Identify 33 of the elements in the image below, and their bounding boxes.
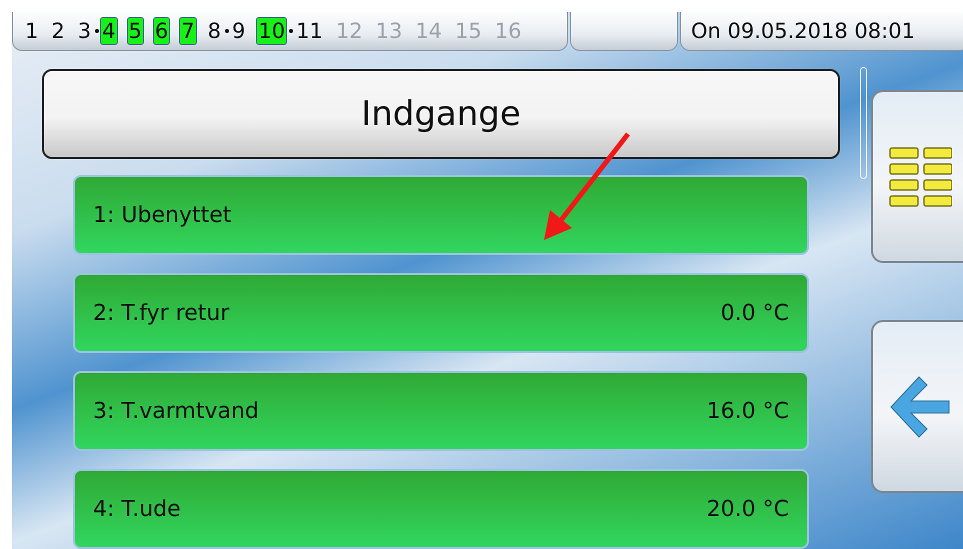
channel-number: 16	[494, 18, 523, 45]
menu-button[interactable]	[871, 90, 963, 263]
channel-number: 10	[256, 17, 288, 45]
channel-number: 15	[454, 18, 483, 45]
channel-number: 4	[100, 17, 118, 45]
channel-number: 6	[152, 17, 170, 45]
channel-number: 14	[414, 18, 444, 45]
back-arrow-icon	[888, 374, 950, 438]
input-row[interactable]: 3: T.varmtvand 16.0 °C	[73, 371, 809, 451]
channel-number: 13	[374, 18, 404, 45]
channel-number: 2	[50, 18, 66, 45]
input-name: 3: T.varmtvand	[93, 398, 259, 424]
input-value: 0.0 °C	[720, 300, 789, 326]
input-row[interactable]: 2: T.fyr retur 0.0 °C	[73, 273, 809, 353]
channel-number: 12	[334, 18, 364, 45]
input-row[interactable]: 1: Ubenyttet	[73, 175, 809, 255]
input-name: 4: T.ude	[93, 496, 181, 522]
channel-number: 3	[76, 18, 92, 45]
channel-number: 11	[295, 18, 324, 45]
channel-number: 5	[126, 17, 144, 45]
page-title: Indgange	[42, 69, 840, 159]
input-row[interactable]: 4: T.ude 20.0 °C	[73, 469, 809, 549]
datetime-text: On 09.05.2018 08:01	[691, 19, 915, 43]
channel-number: 1	[24, 18, 40, 45]
input-value: 16.0 °C	[706, 398, 789, 424]
channel-number: 8	[206, 18, 222, 45]
back-button[interactable]	[871, 320, 963, 493]
menu-grid-icon	[888, 146, 952, 208]
channel-number: 7	[179, 17, 197, 45]
input-value: 20.0 °C	[706, 496, 789, 522]
channel-number: 9	[231, 18, 246, 45]
input-name: 1: Ubenyttet	[93, 202, 232, 228]
input-name: 2: T.fyr retur	[93, 300, 230, 326]
